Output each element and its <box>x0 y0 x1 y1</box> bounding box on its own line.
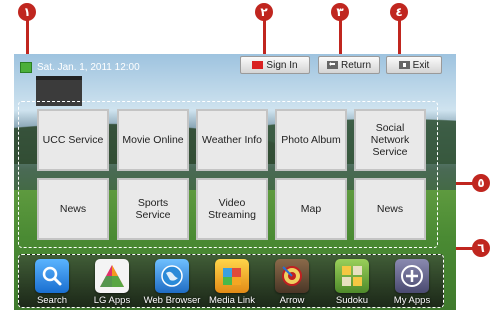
sign-in-button[interactable]: Sign In <box>240 56 310 74</box>
dock-item-arrow[interactable]: Arrow <box>262 259 322 307</box>
dock-item-search[interactable]: Search <box>22 259 82 307</box>
app-dock: Search LG Apps Web Browser Media Link Ar… <box>18 254 444 308</box>
return-icon <box>326 61 338 69</box>
dock-item-sudoku[interactable]: Sudoku <box>322 259 382 307</box>
tile-map[interactable]: Map <box>275 178 347 240</box>
tile-photo-album[interactable]: Photo Album <box>275 109 347 171</box>
lg-apps-icon <box>95 259 129 293</box>
tv-screen: Sat. Jan. 1, 2011 12:00 Sign In Return E… <box>14 54 456 310</box>
arrow-game-icon <box>275 259 309 293</box>
status-indicator-icon <box>20 61 32 73</box>
return-button[interactable]: Return <box>318 56 380 74</box>
tile-weather-info[interactable]: Weather Info <box>196 109 268 171</box>
tile-video-streaming[interactable]: Video Streaming <box>196 178 268 240</box>
globe-icon <box>155 259 189 293</box>
exit-button[interactable]: Exit <box>386 56 442 74</box>
dock-item-lg-apps[interactable]: LG Apps <box>82 259 142 307</box>
tile-movie-online[interactable]: Movie Online <box>117 109 189 171</box>
tile-social-network-service[interactable]: Social Network Service <box>354 109 426 171</box>
red-key-icon <box>252 61 264 69</box>
service-tile-grid: UCC Service Movie Online Weather Info Ph… <box>18 101 438 248</box>
tile-sports-service[interactable]: Sports Service <box>117 178 189 240</box>
search-icon <box>35 259 69 293</box>
tile-news-2[interactable]: News <box>354 178 426 240</box>
dock-item-media-link[interactable]: Media Link <box>202 259 262 307</box>
exit-icon <box>398 61 410 69</box>
tile-ucc-service[interactable]: UCC Service <box>37 109 109 171</box>
date-time: Sat. Jan. 1, 2011 12:00 <box>37 61 140 73</box>
plus-icon <box>395 259 429 293</box>
media-link-icon <box>215 259 249 293</box>
status-bar: Sat. Jan. 1, 2011 12:00 <box>14 58 140 76</box>
tile-news[interactable]: News <box>37 178 109 240</box>
sudoku-icon <box>335 259 369 293</box>
dock-item-web-browser[interactable]: Web Browser <box>142 259 202 307</box>
dock-item-my-apps[interactable]: My Apps <box>382 259 442 307</box>
